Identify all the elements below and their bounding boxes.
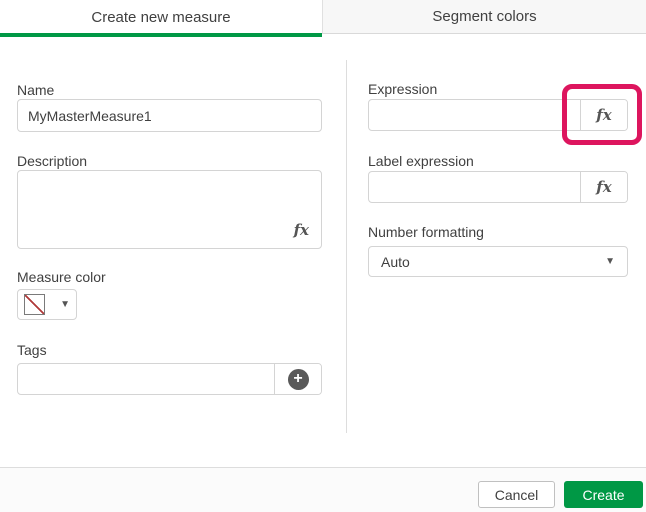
description-label: Description [17,153,87,169]
no-color-swatch-icon [24,294,45,315]
label-expression-control: fx [368,171,628,203]
fx-icon: fx [596,180,611,195]
add-tag-button[interactable]: + [274,364,321,394]
cancel-button[interactable]: Cancel [478,481,555,508]
name-input[interactable] [17,99,322,132]
tab-bar: Create new measure Segment colors [0,0,646,34]
tags-label: Tags [17,342,47,358]
column-divider [346,60,347,433]
plus-icon: + [288,369,309,390]
tab-create-new-measure[interactable]: Create new measure [0,0,322,34]
number-formatting-dropdown[interactable]: Auto ▼ [368,246,628,277]
chevron-down-icon: ▼ [605,257,615,267]
measure-color-label: Measure color [17,269,106,285]
expression-label: Expression [368,81,437,97]
create-button[interactable]: Create [564,481,643,508]
create-measure-dialog: Create new measure Segment colors Name D… [0,0,646,512]
tags-control: + [17,363,322,395]
name-label: Name [17,82,54,98]
measure-color-dropdown[interactable]: ▼ [17,289,77,320]
active-tab-underline [0,33,322,37]
number-formatting-value: Auto [381,254,410,270]
expression-editor-button[interactable]: fx [580,100,627,130]
expression-input[interactable] [369,100,580,130]
expression-control: fx [368,99,628,131]
label-expression-label: Label expression [368,153,474,169]
tags-input[interactable] [18,364,274,394]
tab-segment-colors[interactable]: Segment colors [322,0,646,34]
number-formatting-label: Number formatting [368,224,484,240]
description-textarea[interactable] [17,170,322,249]
description-field-wrap: fx [17,170,322,249]
description-fx-icon[interactable]: fx [294,223,309,238]
label-expression-input[interactable] [369,172,580,202]
label-expression-editor-button[interactable]: fx [580,172,627,202]
fx-icon: fx [596,108,611,123]
chevron-down-icon: ▼ [60,300,70,310]
